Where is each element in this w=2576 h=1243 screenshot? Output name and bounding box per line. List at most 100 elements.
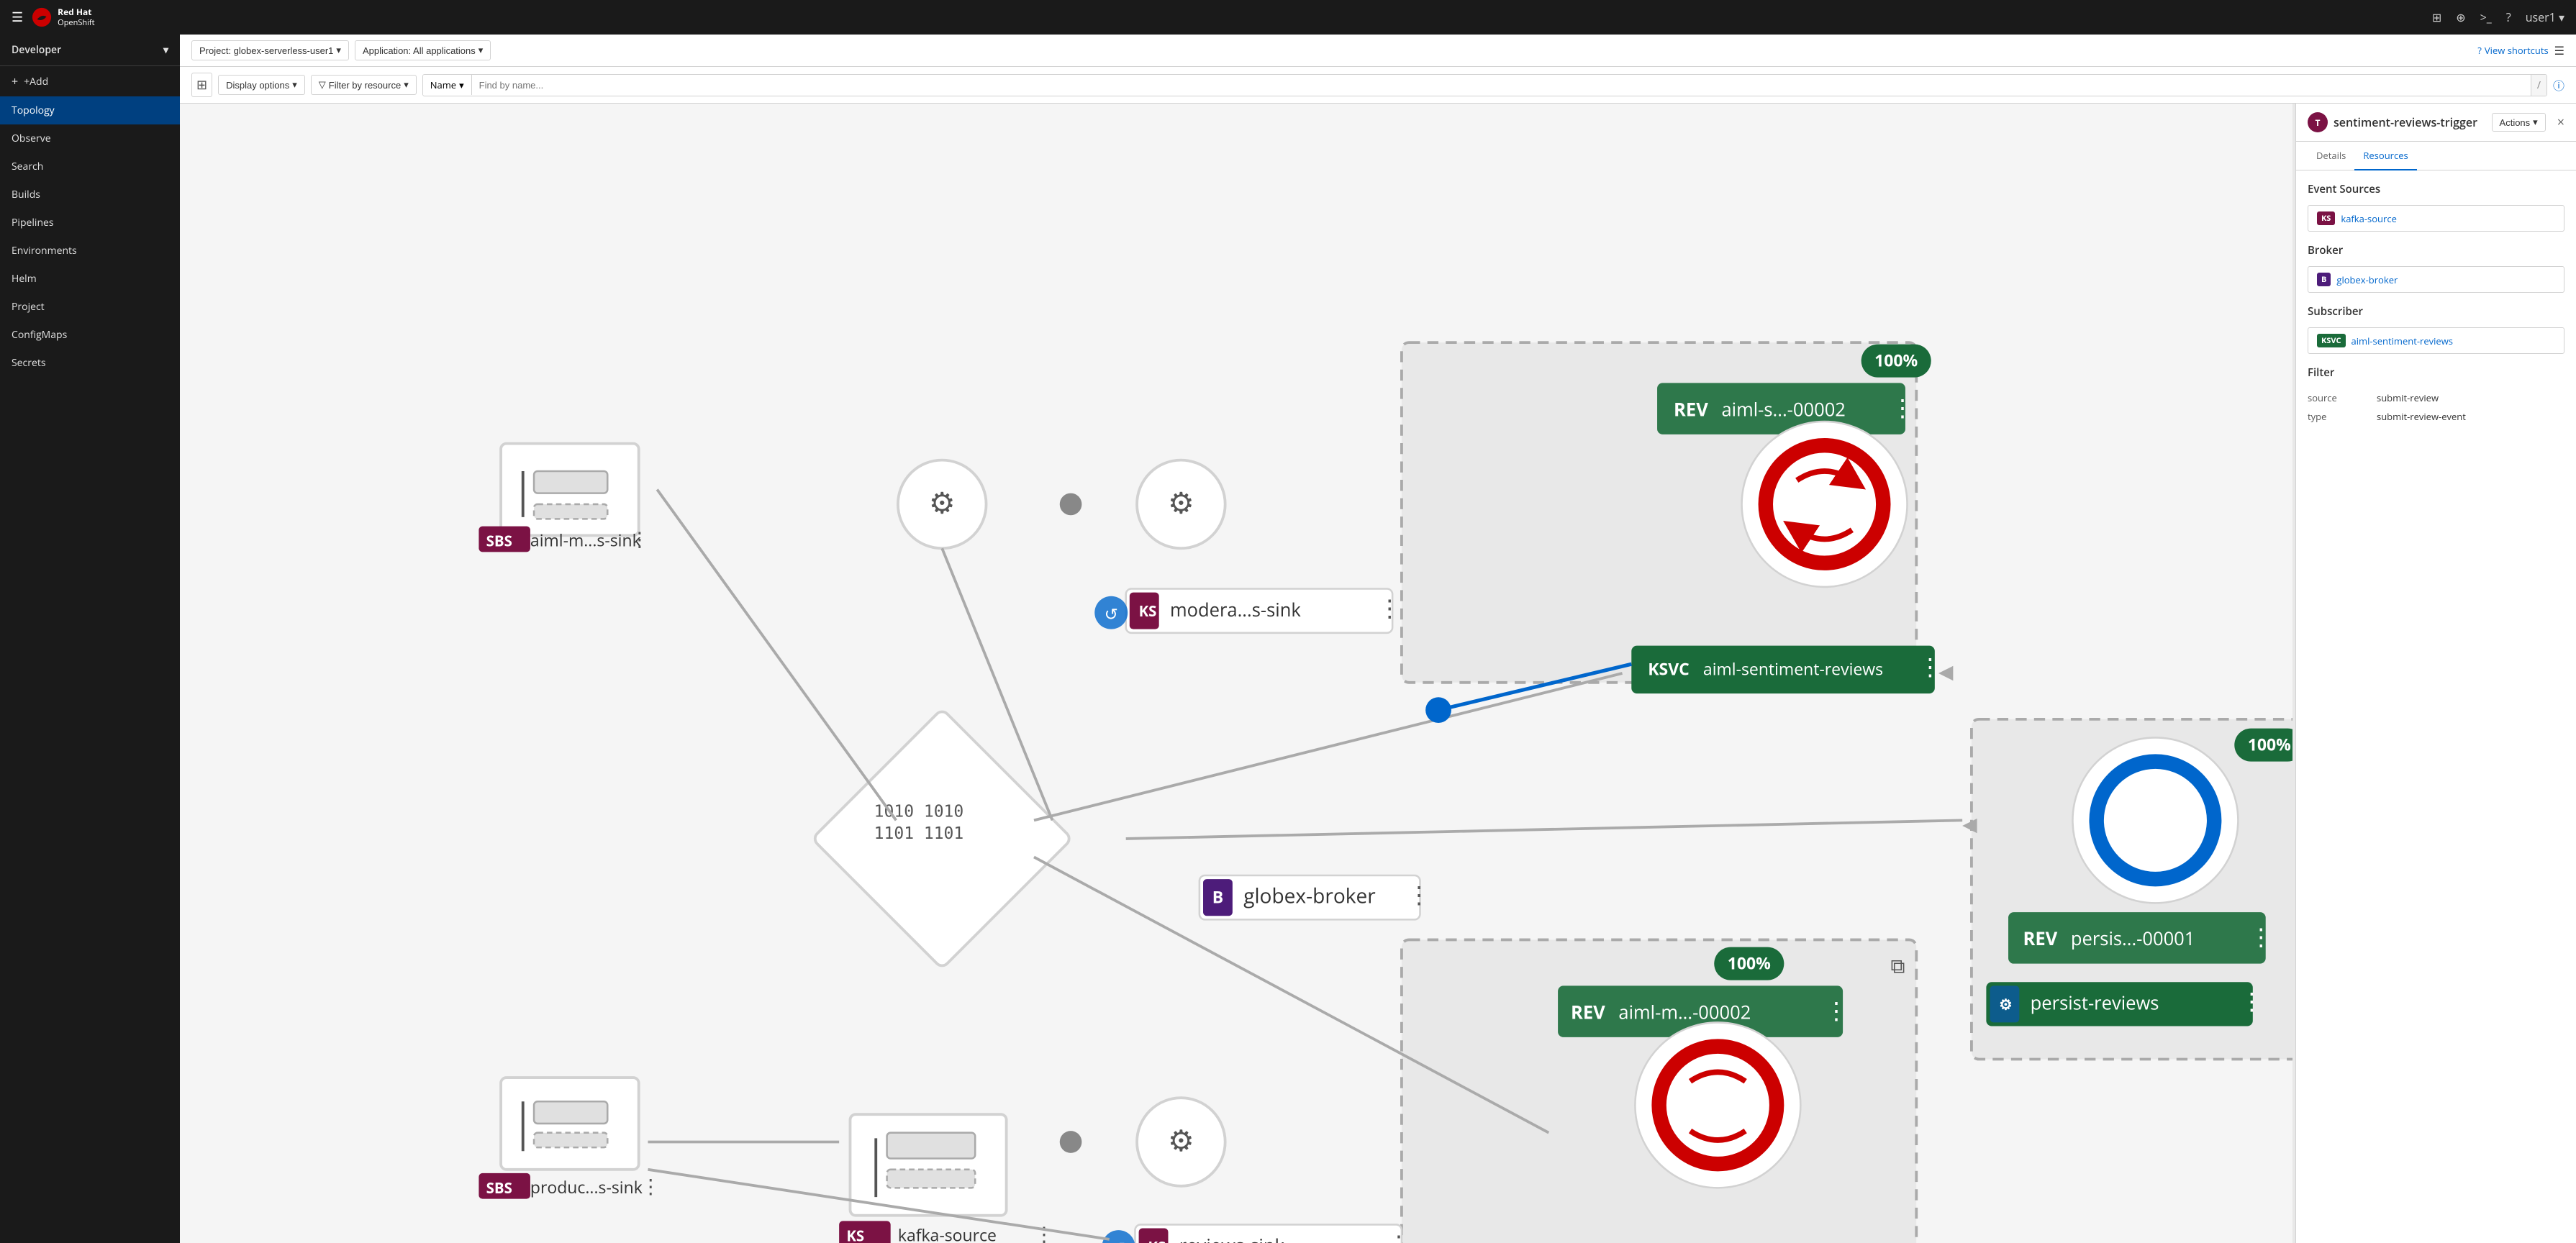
filter-by-resource-button[interactable]: ▽ Filter by resource ▾	[311, 75, 417, 95]
redhat-logo	[32, 7, 52, 27]
svg-text:KS: KS	[1139, 601, 1157, 621]
toolbar-row1: Project: globex-serverless-user1 ▾ Appli…	[180, 35, 2576, 67]
plus-icon[interactable]: ⊕	[2456, 9, 2465, 25]
svg-text:⋮: ⋮	[1387, 1227, 1410, 1243]
topology-view-icon[interactable]: ⊞	[191, 73, 212, 97]
filter-row-type: type submit-review-event	[2308, 407, 2564, 426]
user-menu[interactable]: user1 ▾	[2526, 9, 2564, 25]
svg-text:REV: REV	[2023, 926, 2057, 951]
svg-text:↺: ↺	[1112, 1236, 1125, 1243]
sidebar-item-pipelines[interactable]: Pipelines	[0, 209, 180, 237]
sidebar-item-helm[interactable]: Helm	[0, 265, 180, 293]
sidebar-item-secrets[interactable]: Secrets	[0, 349, 180, 377]
project-label: Project: globex-serverless-user1	[199, 45, 333, 56]
sidebar-label-add: +Add	[24, 75, 48, 88]
kafka-source-link[interactable]: kafka-source	[2341, 212, 2397, 225]
svg-text:REV: REV	[1571, 1000, 1605, 1024]
sidebar-label-helm: Helm	[12, 272, 37, 286]
tab-resources[interactable]: Resources	[2354, 142, 2416, 170]
filter-name-dropdown[interactable]: Name ▾	[423, 75, 472, 95]
topology-area: ⧉ 100% REV aiml-s...-00002 ⋮	[180, 104, 2576, 1243]
project-selector[interactable]: Project: globex-serverless-user1 ▾	[191, 40, 349, 60]
svg-text:aiml-sentiment-reviews: aiml-sentiment-reviews	[1703, 657, 1883, 680]
svg-text:⧉: ⧉	[1891, 952, 1905, 979]
chevron-down-icon: ▾	[2533, 117, 2538, 128]
panel-resource-name: sentiment-reviews-trigger	[2334, 114, 2477, 130]
developer-switcher[interactable]: Developer ▾	[0, 35, 180, 66]
filter-val-source: submit-review	[2377, 391, 2439, 404]
sidebar-item-observe[interactable]: Observe	[0, 124, 180, 152]
sidebar-item-environments[interactable]: Environments	[0, 237, 180, 265]
toolbar-right: ? View shortcuts ☰	[2477, 42, 2564, 58]
view-shortcuts-link[interactable]: ? View shortcuts	[2477, 44, 2548, 57]
svg-text:KS: KS	[1148, 1237, 1166, 1243]
brand: Red Hat OpenShift	[32, 7, 94, 27]
trigger-initial: T	[2316, 117, 2321, 129]
sidebar: Developer ▾ + +Add Topology Observe Sear…	[0, 35, 180, 1243]
panel-title: T sentiment-reviews-trigger	[2308, 112, 2477, 132]
terminal-icon[interactable]: >_	[2480, 9, 2492, 25]
svg-text:⋮: ⋮	[1378, 591, 1402, 624]
display-options-button[interactable]: Display options ▾	[218, 75, 305, 95]
svg-text:globex-broker: globex-broker	[1243, 882, 1376, 909]
chevron-down-icon: ▾	[163, 43, 168, 57]
svg-text:persist-reviews: persist-reviews	[2031, 991, 2159, 1016]
apps-icon[interactable]: ⊞	[2432, 9, 2441, 25]
actions-button[interactable]: Actions ▾	[2492, 113, 2546, 132]
filter-section: source submit-review type submit-review-…	[2308, 388, 2564, 426]
event-sources-title: Event Sources	[2308, 182, 2564, 196]
sidebar-label-search: Search	[12, 160, 43, 173]
subscriber-link[interactable]: aiml-sentiment-reviews	[2351, 334, 2453, 347]
sidebar-label-builds: Builds	[12, 188, 40, 201]
filter-key-source: source	[2308, 391, 2365, 404]
panel-tabs: Details Resources	[2296, 142, 2576, 170]
sidebar-item-add[interactable]: + +Add	[0, 66, 180, 96]
svg-text:1010 1010: 1010 1010	[874, 802, 964, 821]
broker-link[interactable]: globex-broker	[2336, 273, 2398, 286]
filter-by-resource-label: Filter by resource	[329, 80, 401, 91]
nav-icons: ⊞ ⊕ >_ ? user1 ▾	[2432, 9, 2564, 25]
close-button[interactable]: ×	[2557, 114, 2564, 131]
sidebar-item-configmaps[interactable]: ConfigMaps	[0, 321, 180, 349]
chevron-down-icon: ▾	[292, 79, 297, 91]
help-icon[interactable]: ?	[2506, 9, 2511, 25]
svg-text:⋮: ⋮	[640, 1173, 661, 1200]
sidebar-item-topology[interactable]: Topology	[0, 96, 180, 124]
list-view-button[interactable]: ☰	[2554, 42, 2564, 58]
chevron-down-icon: ▾	[479, 45, 484, 56]
svg-text:⚙: ⚙	[1999, 994, 2012, 1014]
svg-text:⚙: ⚙	[929, 482, 956, 522]
svg-text:⋮: ⋮	[1891, 391, 1915, 423]
developer-label: Developer	[12, 43, 61, 57]
panel-content: Event Sources KS kafka-source Broker B g…	[2296, 170, 2576, 1243]
sidebar-item-project[interactable]: Project	[0, 293, 180, 321]
sidebar-label-pipelines: Pipelines	[12, 216, 54, 229]
sidebar-label-topology: Topology	[12, 104, 55, 117]
chevron-down-icon: ▾	[336, 45, 341, 56]
application-label: Application: All applications	[363, 45, 476, 56]
svg-text:100%: 100%	[1728, 951, 1771, 974]
chevron-down-icon: ▾	[459, 78, 464, 91]
svg-text:⋮: ⋮	[630, 526, 650, 553]
sidebar-label-secrets: Secrets	[12, 356, 46, 370]
svg-text:⚙: ⚙	[1168, 1119, 1194, 1160]
tab-details[interactable]: Details	[2308, 142, 2354, 170]
ks-badge: KS	[2317, 211, 2335, 225]
sidebar-item-builds[interactable]: Builds	[0, 181, 180, 209]
subscriber-title: Subscriber	[2308, 304, 2564, 319]
info-icon[interactable]: ⓘ	[2553, 76, 2564, 94]
topology-canvas[interactable]: ⧉ 100% REV aiml-s...-00002 ⋮	[180, 104, 2292, 1243]
topology-svg: ⧉ 100% REV aiml-s...-00002 ⋮	[180, 104, 2292, 1243]
sidebar-item-search[interactable]: Search	[0, 152, 180, 181]
app-layout: Developer ▾ + +Add Topology Observe Sear…	[0, 35, 2576, 1243]
toolbar-left: Project: globex-serverless-user1 ▾ Appli…	[191, 40, 491, 60]
svg-text:aiml-m...-00002: aiml-m...-00002	[1618, 1000, 1751, 1024]
filter-slash: /	[2531, 75, 2546, 96]
svg-text:SBS: SBS	[486, 1178, 512, 1198]
search-input[interactable]	[472, 76, 2531, 94]
application-selector[interactable]: Application: All applications ▾	[355, 40, 491, 60]
view-shortcuts-label: View shortcuts	[2485, 44, 2549, 57]
hamburger-menu[interactable]: ☰	[12, 9, 23, 26]
main-content: Project: globex-serverless-user1 ▾ Appli…	[180, 35, 2576, 1243]
svg-text:reviews-sink: reviews-sink	[1179, 1234, 1285, 1243]
